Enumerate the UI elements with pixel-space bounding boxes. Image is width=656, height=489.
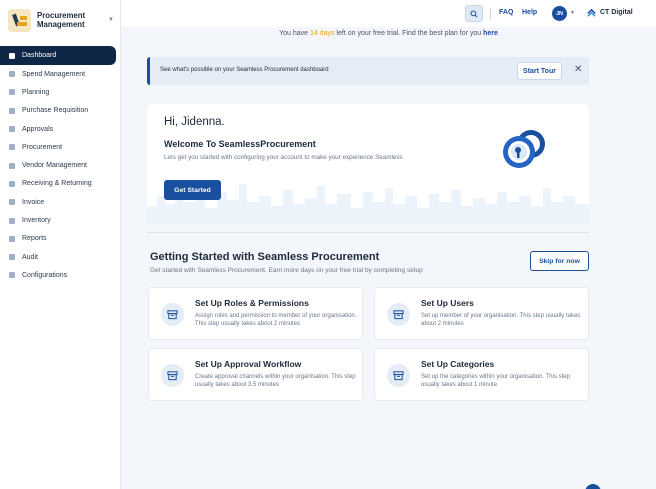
sidebar-item-label: Approvals — [22, 125, 54, 133]
card-description: Create approval channels within your org… — [195, 374, 356, 388]
plans-link[interactable]: here — [483, 30, 498, 37]
divider — [490, 9, 491, 19]
chevron-down-icon: ▼ — [108, 17, 114, 23]
sidebar-item-dashboard[interactable]: Dashboard — [0, 46, 116, 65]
sidebar-item-label: Planning — [22, 88, 50, 96]
sidebar-item-label: Reports — [22, 235, 47, 243]
sidebar-item-invoice[interactable]: Invoice — [0, 193, 120, 211]
card-description: Set up the categories within your organi… — [421, 374, 570, 388]
sidebar-item-label: Spend Management — [22, 70, 86, 78]
box-icon — [9, 180, 15, 187]
sidebar-item-label: Vendor Management — [22, 162, 87, 170]
tour-text: See what's possible on your Seamless Pro… — [160, 67, 329, 73]
chevron-down-icon[interactable]: ▼ — [570, 10, 575, 16]
setup-card-approval-workflow[interactable]: Set Up Approval Workflow Create approval… — [148, 348, 363, 401]
brand-switcher[interactable]: Procurement Management ▼ — [0, 1, 120, 39]
check-icon — [9, 126, 15, 133]
brand-name: Procurement Management — [37, 11, 86, 29]
close-icon[interactable]: ✕ — [574, 64, 582, 76]
wallet-icon — [9, 71, 15, 78]
archive-icon — [161, 364, 184, 387]
welcome-card: Hi, Jidenna. Welcome To SeamlessProcurem… — [147, 104, 589, 224]
sidebar-item-procurement[interactable]: Procurement — [0, 138, 120, 156]
trial-banner: You have 14 days left on your free trial… — [121, 30, 656, 37]
getting-started-title: Getting Started with Seamless Procuremen… — [150, 251, 380, 263]
greeting: Hi, Jidenna. — [164, 116, 225, 128]
skip-for-now-button[interactable]: Skip for now — [530, 251, 589, 271]
sidebar-item-reports[interactable]: Reports — [0, 230, 120, 248]
trial-middle: left on your free trial. Find the best p… — [334, 30, 484, 37]
brand-logo — [8, 8, 31, 32]
faq-link[interactable]: FAQ — [499, 9, 513, 16]
list-icon — [9, 144, 15, 151]
sidebar-item-label: Inventory — [22, 217, 51, 225]
section-divider — [147, 232, 589, 233]
audit-icon — [9, 254, 15, 261]
truck-icon — [9, 162, 15, 169]
invoice-icon — [9, 199, 15, 206]
sidebar-item-label: Configurations — [22, 271, 68, 279]
setup-card-roles[interactable]: Set Up Roles & Permissions Assign roles … — [148, 287, 363, 340]
welcome-title: Welcome To SeamlessProcurement — [164, 139, 316, 149]
inventory-icon — [9, 217, 15, 224]
trial-prefix: You have — [279, 30, 310, 37]
sidebar-nav: Dashboard Spend Management Planning Purc… — [0, 46, 120, 285]
top-bar: FAQ Help JN ▼ CT Digital — [121, 0, 656, 27]
sidebar-item-label: Dashboard — [22, 52, 57, 59]
setup-card-categories[interactable]: Set Up Categories Set up the categories … — [374, 348, 589, 401]
archive-icon — [161, 303, 184, 326]
card-description: Set up member of your organisation. This… — [421, 313, 581, 327]
archive-icon — [387, 364, 410, 387]
settings-icon — [9, 272, 15, 279]
setup-card-users[interactable]: Set Up Users Set up member of your organ… — [374, 287, 589, 340]
card-title: Set Up Approval Workflow — [195, 359, 302, 369]
dashboard-icon — [9, 52, 15, 59]
report-icon — [9, 235, 15, 242]
sidebar-item-label: Audit — [22, 253, 38, 261]
sidebar-item-approvals[interactable]: Approvals — [0, 120, 120, 138]
search-button[interactable] — [465, 5, 483, 22]
trial-days: 14 days — [309, 30, 335, 37]
sidebar-item-inventory[interactable]: Inventory — [0, 211, 120, 229]
document-icon — [9, 89, 15, 96]
chat-support-icon[interactable] — [585, 484, 601, 489]
start-tour-button[interactable]: Start Tour — [517, 62, 562, 80]
key-illustration-icon — [503, 130, 545, 168]
get-started-button[interactable]: Get Started — [164, 180, 221, 200]
org-name[interactable]: CT Digital — [600, 9, 633, 16]
sidebar-item-label: Invoice — [22, 198, 45, 206]
welcome-subtitle: Lets get you started with configuring yo… — [164, 154, 403, 161]
sidebar: Procurement Management ▼ Dashboard Spend… — [0, 0, 121, 489]
sidebar-item-label: Receiving & Returning — [22, 180, 92, 188]
card-title: Set Up Roles & Permissions — [195, 298, 309, 308]
archive-icon — [387, 303, 410, 326]
sidebar-item-label: Procurement — [22, 143, 63, 151]
card-title: Set Up Users — [421, 298, 474, 308]
cart-icon — [9, 107, 15, 114]
sidebar-item-planning[interactable]: Planning — [0, 83, 120, 101]
card-title: Set Up Categories — [421, 359, 495, 369]
sidebar-item-spend-management[interactable]: Spend Management — [0, 65, 120, 83]
tour-banner: See what's possible on your Seamless Pro… — [147, 57, 589, 85]
help-link[interactable]: Help — [522, 9, 537, 16]
sidebar-item-configurations[interactable]: Configurations — [0, 266, 120, 284]
sidebar-item-audit[interactable]: Audit — [0, 248, 120, 266]
sidebar-item-receiving-returning[interactable]: Receiving & Returning — [0, 175, 120, 193]
sidebar-item-purchase-requisition[interactable]: Purchase Requisition — [0, 102, 120, 120]
sidebar-item-label: Purchase Requisition — [22, 107, 89, 115]
getting-started-subtitle: Get started with Seamless Procurement. E… — [150, 267, 423, 274]
ct-digital-logo-icon — [587, 8, 596, 17]
avatar[interactable]: JN — [552, 6, 567, 21]
card-description: Assign roles and permission to member of… — [195, 313, 357, 327]
search-icon — [470, 9, 478, 18]
sidebar-item-vendor-management[interactable]: Vendor Management — [0, 156, 120, 174]
